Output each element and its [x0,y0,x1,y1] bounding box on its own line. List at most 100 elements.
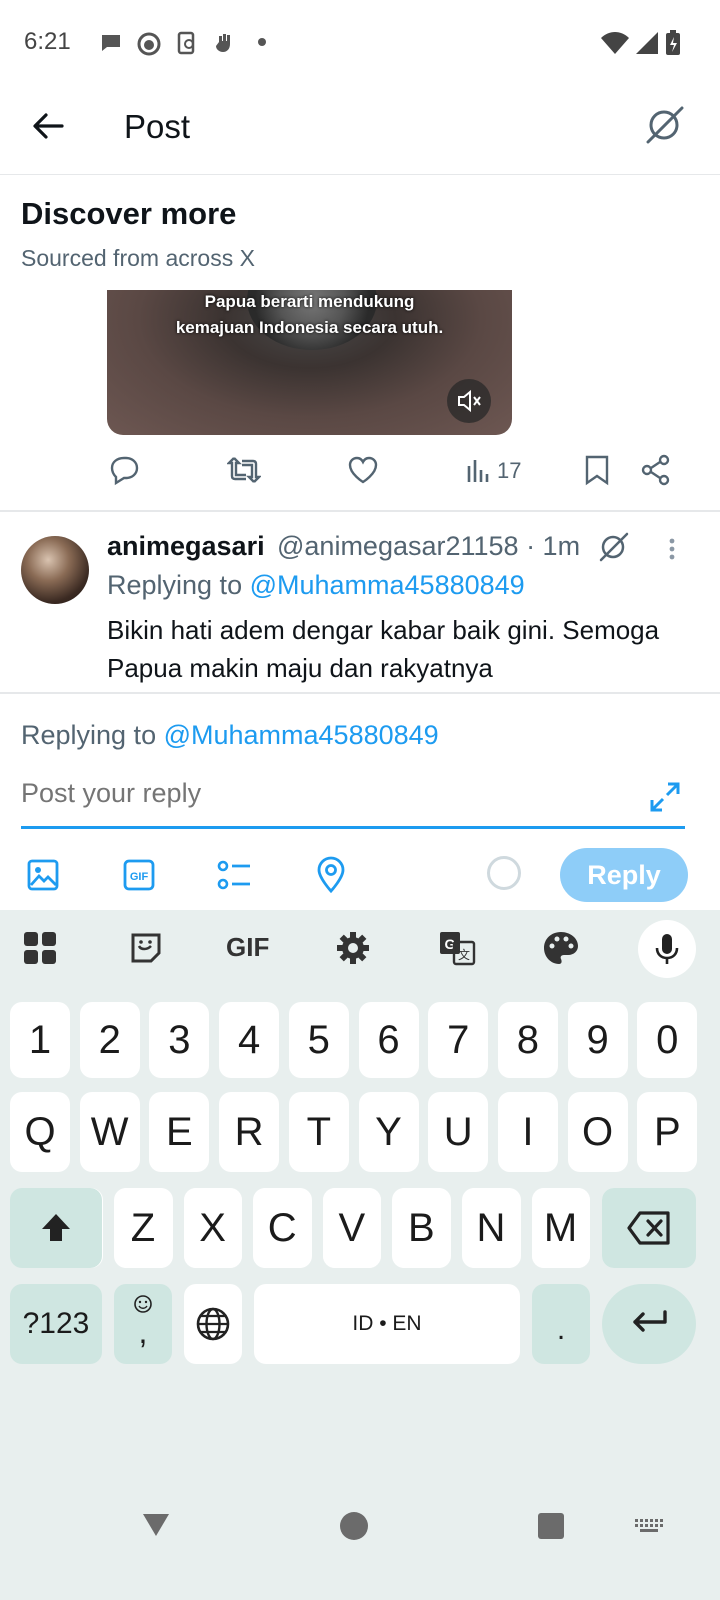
key-0[interactable]: 0 [637,1002,698,1078]
key-z[interactable]: Z [114,1188,172,1268]
mute-button[interactable] [447,379,491,423]
svg-text:GIF: GIF [130,871,149,883]
compose-replying-label: Replying to [21,720,164,750]
top-app-bar: Post [0,90,720,175]
key-x[interactable]: X [183,1188,242,1268]
status-bar: 6:21 [0,0,720,90]
author-handle-time: @animegasar21158 · 1m [277,531,581,561]
compose-mention-link[interactable]: @Muhamma45880849 [164,720,439,750]
views-chart-icon[interactable] [465,454,493,486]
chat-notification-icon [98,30,124,56]
key-e[interactable]: E [149,1092,210,1172]
key-w[interactable]: W [79,1092,140,1172]
key-o[interactable]: O [567,1092,628,1172]
back-arrow-icon[interactable] [30,108,66,144]
period-key[interactable]: . [532,1284,590,1364]
poll-list-icon[interactable] [216,858,254,892]
key-b[interactable]: B [392,1188,451,1268]
bookmark-icon[interactable] [583,454,611,486]
like-heart-icon[interactable] [347,454,379,486]
svg-text:文: 文 [458,947,470,962]
gif-keyboard-button[interactable]: GIF [226,932,269,963]
replying-to-line: Replying to @Muhamma45880849 [107,570,525,601]
post-body-text: Bikin hati adem dengar kabar baik gini. … [107,615,660,683]
grok-icon[interactable] [644,104,686,146]
key-q[interactable]: Q [10,1092,70,1172]
globe-icon [195,1306,231,1342]
key-y[interactable]: Y [358,1092,419,1172]
key-t[interactable]: T [288,1092,349,1172]
emoji-smiley-icon [133,1294,153,1314]
system-navigation-bar [0,1480,720,1600]
hand-notification-icon [212,30,238,56]
cell-signal-icon [634,30,660,56]
share-icon[interactable] [641,454,671,486]
settings-gear-icon[interactable] [334,929,372,967]
discover-more-heading: Discover more [21,196,237,231]
key-m[interactable]: M [531,1188,590,1268]
shift-key[interactable] [10,1188,102,1268]
views-count: 17 [497,458,522,483]
more-notifications-dot-icon [254,30,280,56]
key-6[interactable]: 6 [358,1002,419,1078]
mention-link[interactable]: @Muhamma45880849 [250,570,525,600]
enter-arrow-icon [629,1306,669,1342]
location-pin-icon[interactable] [314,856,348,894]
phone-sync-notification-icon [174,30,200,56]
cat-notification-icon [136,30,162,56]
key-p[interactable]: P [637,1092,698,1172]
nav-home-circle-icon[interactable] [338,1510,370,1542]
key-3[interactable]: 3 [149,1002,210,1078]
reply-post[interactable]: animegasari @animegasar21158 · 1m Replyi… [0,515,720,692]
key-7[interactable]: 7 [428,1002,489,1078]
compose-replying-to-line: Replying to @Muhamma45880849 [21,720,439,751]
more-options-icon[interactable] [660,535,684,563]
language-globe-key[interactable] [184,1284,242,1364]
keyboard-toolbar: GIF G文 [0,910,720,988]
key-u[interactable]: U [428,1092,489,1172]
video-thumbnail[interactable]: Papua berarti mendukung kemajuan Indones… [107,290,512,435]
key-2[interactable]: 2 [79,1002,140,1078]
key-8[interactable]: 8 [497,1002,558,1078]
translate-icon[interactable]: G文 [438,930,476,966]
space-bar[interactable]: ID • EN [254,1284,520,1364]
expand-icon[interactable] [648,780,682,814]
key-1[interactable]: 1 [10,1002,70,1078]
image-icon[interactable] [26,858,60,892]
key-i[interactable]: I [497,1092,558,1172]
reply-input-underline [21,826,685,829]
backspace-key[interactable] [602,1188,696,1268]
nav-back-triangle-icon[interactable] [140,1508,172,1540]
repost-icon[interactable] [227,454,261,486]
keyboard-switch-icon[interactable] [634,1518,664,1534]
wifi-icon [600,30,629,56]
key-n[interactable]: N [462,1188,520,1268]
key-4[interactable]: 4 [219,1002,280,1078]
reply-button[interactable]: Reply [560,848,688,902]
reply-comment-icon[interactable] [108,454,140,486]
grok-icon[interactable] [598,531,630,563]
sticker-icon[interactable] [128,930,164,966]
emoji-comma-key[interactable]: , [114,1284,172,1364]
apps-grid-icon[interactable] [22,930,58,966]
key-9[interactable]: 9 [567,1002,628,1078]
page-title: Post [124,108,191,145]
nav-recents-square-icon[interactable] [537,1512,565,1540]
status-time: 6:21 [24,28,71,55]
avatar[interactable] [21,536,89,604]
section-divider [0,510,720,512]
microphone-button[interactable] [638,920,696,978]
author-name[interactable]: animegasari [107,531,265,562]
section-divider [0,692,720,694]
post-action-bar: 17 [0,448,720,492]
key-5[interactable]: 5 [288,1002,349,1078]
symbols-key[interactable]: ?123 [10,1284,102,1364]
gif-icon[interactable]: GIF [122,858,156,892]
key-v[interactable]: V [322,1188,381,1268]
theme-palette-icon[interactable] [542,930,580,966]
key-r[interactable]: R [219,1092,280,1172]
reply-input[interactable] [21,778,581,809]
discover-more-subtitle: Sourced from across X [21,245,255,271]
enter-key[interactable] [602,1284,696,1364]
key-c[interactable]: C [253,1188,312,1268]
